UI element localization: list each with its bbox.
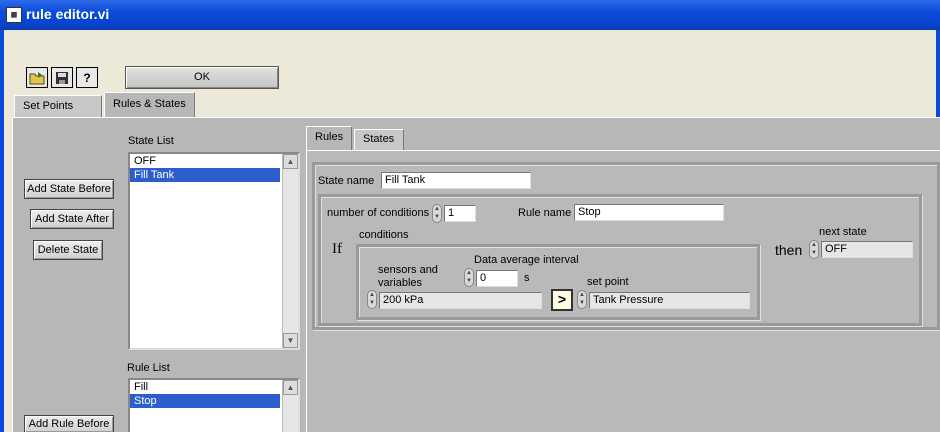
avg-interval-spinner-icon[interactable]: ▲ ▼ [464, 268, 474, 287]
state-name-label: State name [318, 175, 375, 187]
set-point-label: set point [587, 276, 629, 288]
state-list-label: State List [128, 135, 174, 147]
open-folder-icon[interactable] [26, 67, 48, 88]
next-state-label: next state [819, 226, 867, 238]
num-conditions-spinner-icon[interactable]: ▲ ▼ [432, 204, 442, 223]
next-state-spinner-icon[interactable]: ▲ ▼ [809, 240, 819, 259]
set-point-field[interactable]: Tank Pressure [589, 292, 750, 309]
sensor-field[interactable]: 200 kPa [379, 292, 542, 309]
delete-state-button[interactable]: Delete State [33, 240, 103, 260]
list-item[interactable]: OFF [130, 154, 280, 168]
rule-list[interactable]: Fill Stop ▲ [128, 378, 300, 432]
state-name-field[interactable]: Fill Tank [381, 172, 531, 189]
avg-interval-unit: s [524, 272, 530, 284]
rule-name-field[interactable]: Stop [574, 204, 724, 221]
rule-list-scrollbar[interactable]: ▲ [282, 380, 298, 432]
rule-list-label: Rule List [127, 362, 170, 374]
add-state-after-button[interactable]: Add State After [30, 209, 114, 229]
if-label: If [332, 241, 342, 257]
data-average-interval-label: Data average interval [474, 254, 579, 266]
variables-label: variables [378, 277, 423, 289]
help-question-icon[interactable]: ? [76, 67, 98, 88]
sensor-spinner-icon[interactable]: ▲ ▼ [367, 290, 377, 309]
vi-icon[interactable]: ▦ [6, 7, 22, 23]
tab-states[interactable]: States [354, 129, 404, 150]
state-list-scrollbar[interactable]: ▲ ▼ [282, 154, 298, 348]
comparator-button[interactable]: > [551, 289, 573, 311]
tab-set-points[interactable]: Set Points [14, 95, 102, 117]
ok-button[interactable]: OK [125, 66, 279, 89]
list-item[interactable]: Fill Tank [130, 168, 280, 182]
then-label: then [775, 242, 803, 258]
save-disk-icon[interactable] [51, 67, 73, 88]
scroll-up-icon[interactable]: ▲ [283, 380, 298, 395]
window-title: rule editor.vi [26, 6, 110, 22]
rule-name-label: Rule name [518, 207, 572, 219]
tab-rules-states[interactable]: Rules & States [104, 92, 195, 118]
scroll-up-icon[interactable]: ▲ [283, 154, 298, 169]
next-state-field[interactable]: OFF [821, 241, 913, 258]
add-state-before-button[interactable]: Add State Before [24, 179, 114, 199]
conditions-label: conditions [359, 229, 409, 241]
list-item[interactable]: Fill [130, 380, 280, 394]
avg-interval-field[interactable]: 0 [476, 270, 518, 287]
scroll-down-icon[interactable]: ▼ [283, 333, 298, 348]
set-point-spinner-icon[interactable]: ▲ ▼ [577, 290, 587, 309]
state-list[interactable]: OFF Fill Tank ▲ ▼ [128, 152, 300, 350]
tab-rules[interactable]: Rules [306, 126, 352, 151]
add-rule-before-button[interactable]: Add Rule Before [24, 415, 114, 432]
title-bar [0, 0, 940, 30]
num-conditions-field[interactable]: 1 [444, 205, 476, 222]
list-item[interactable]: Stop [130, 394, 280, 408]
sensors-label: sensors and [378, 264, 438, 276]
num-conditions-label: number of conditions [327, 207, 430, 219]
